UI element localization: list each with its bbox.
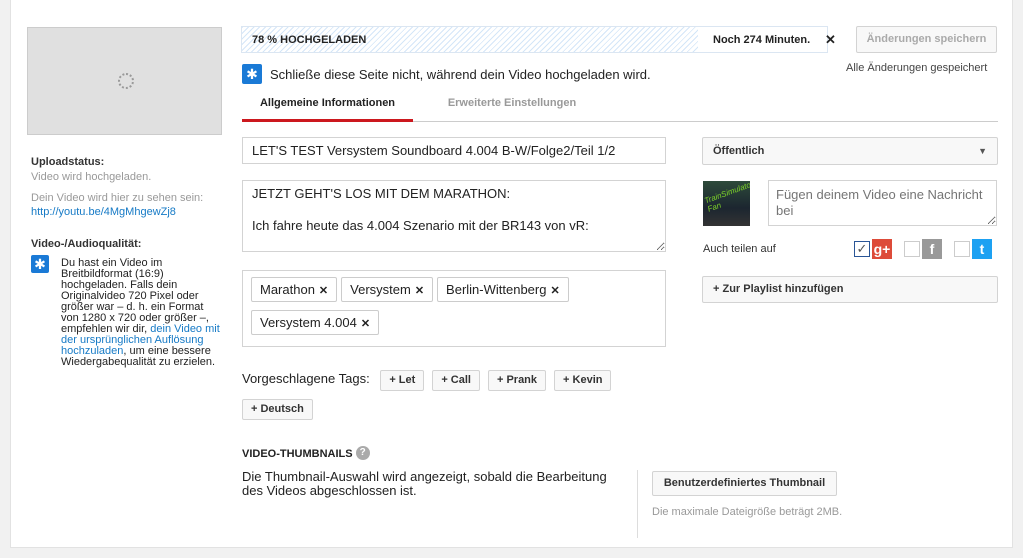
tag-label: Versystem 4.004 [260, 315, 357, 330]
video-url-link[interactable]: http://youtu.be/4MgMhgewZj8 [31, 206, 176, 218]
share-checkbox-facebook[interactable] [904, 241, 920, 257]
tab-advanced-settings[interactable]: Erweiterte Einstellungen [432, 92, 592, 122]
share-checkbox-twitter[interactable] [954, 241, 970, 257]
quality-label: Video-/Audioqualität: [31, 238, 142, 250]
message-input[interactable] [768, 180, 997, 226]
title-input[interactable] [242, 137, 666, 164]
upload-status-text: Video wird hochgeladen. [31, 171, 152, 183]
video-preview [27, 27, 222, 135]
suggested-tag-button[interactable]: + Deutsch [242, 399, 313, 420]
tag-chip: Versystem ✕ [341, 277, 434, 302]
max-size-text: Die maximale Dateigröße beträgt 2MB. [652, 506, 843, 518]
thumbnails-heading: VIDEO-THUMBNAILS ? [242, 446, 370, 460]
tag-chip: Marathon ✕ [251, 277, 338, 302]
tag-chip: Versystem 4.004 ✕ [251, 310, 380, 335]
suggested-tag-button[interactable]: + Let [380, 370, 425, 391]
description-textarea[interactable]: JETZT GEHT'S LOS MIT DEM MARATHON: Ich f… [242, 180, 666, 252]
quality-text: Du hast ein Video im Breitbildformat (16… [61, 258, 221, 368]
avatar-text: TrainSimulator Fan [703, 181, 750, 214]
suggested-tags-label: Vorgeschlagene Tags: [242, 371, 370, 386]
suggested-tag-button[interactable]: + Kevin [554, 370, 612, 391]
thumbnails-heading-text: VIDEO-THUMBNAILS [242, 448, 353, 460]
save-changes-button[interactable]: Änderungen speichern [856, 26, 997, 53]
tab-bar: Allgemeine Informationen Erweiterte Eins… [242, 92, 998, 122]
upload-status-label: Uploadstatus: [31, 156, 105, 168]
facebook-icon: f [922, 239, 942, 259]
chevron-down-icon: ▼ [978, 146, 987, 156]
twitter-icon: t [972, 239, 992, 259]
remove-tag-icon[interactable]: ✕ [550, 285, 559, 297]
tag-label: Berlin-Wittenberg [446, 282, 547, 297]
saved-status: Alle Änderungen gespeichert [846, 62, 988, 74]
channel-avatar: TrainSimulator Fan [703, 181, 750, 226]
tag-label: Versystem [350, 282, 411, 297]
remaining-time: Noch 274 Minuten. [713, 34, 811, 46]
loading-spinner-icon [118, 73, 134, 89]
remove-tag-icon[interactable]: ✕ [361, 318, 370, 330]
privacy-dropdown[interactable]: Öffentlich ▼ [702, 137, 998, 165]
tab-general-info[interactable]: Allgemeine Informationen [242, 92, 413, 122]
googleplus-icon: g+ [872, 239, 892, 259]
divider [637, 470, 638, 538]
tag-chip: Berlin-Wittenberg ✕ [437, 277, 569, 302]
help-icon[interactable]: ? [355, 446, 370, 460]
info-icon: ✱ [31, 255, 49, 273]
thumbnails-info: Die Thumbnail-Auswahl wird angezeigt, so… [242, 469, 607, 498]
share-checkbox-googleplus[interactable]: ✓ [854, 241, 870, 257]
upload-warning: Schließe diese Seite nicht, während dein… [270, 67, 651, 82]
share-label: Auch teilen auf [703, 243, 776, 255]
privacy-value: Öffentlich [713, 145, 765, 157]
tag-label: Marathon [260, 282, 315, 297]
remove-tag-icon[interactable]: ✕ [319, 285, 328, 297]
custom-thumbnail-button[interactable]: Benutzerdefiniertes Thumbnail [652, 471, 837, 496]
add-to-playlist-button[interactable]: + Zur Playlist hinzufügen [702, 276, 998, 303]
remove-tag-icon[interactable]: ✕ [415, 285, 424, 297]
info-icon: ✱ [242, 64, 262, 84]
share-options: ✓ g+ f t [854, 239, 1004, 259]
suggested-tags: Vorgeschlagene Tags: + Let + Call + Prank +… [242, 370, 662, 420]
check-icon: ✓ [856, 241, 868, 256]
suggested-tag-button[interactable]: + Prank [487, 370, 547, 391]
progress-label: 78 % HOCHGELADEN [252, 34, 367, 46]
video-location-text: Dein Video wird hier zu sehen sein: [31, 192, 204, 204]
suggested-tag-button[interactable]: + Call [432, 370, 480, 391]
close-icon[interactable]: ✕ [825, 32, 836, 48]
upload-card: Uploadstatus: Video wird hochgeladen. De… [10, 0, 1013, 548]
tags-input[interactable]: Marathon ✕ Versystem ✕ Berlin-Wittenberg ✕Ver… [242, 270, 666, 347]
upload-progress-bar: 78 % HOCHGELADEN Noch 274 Minuten. ✕ [241, 26, 836, 53]
